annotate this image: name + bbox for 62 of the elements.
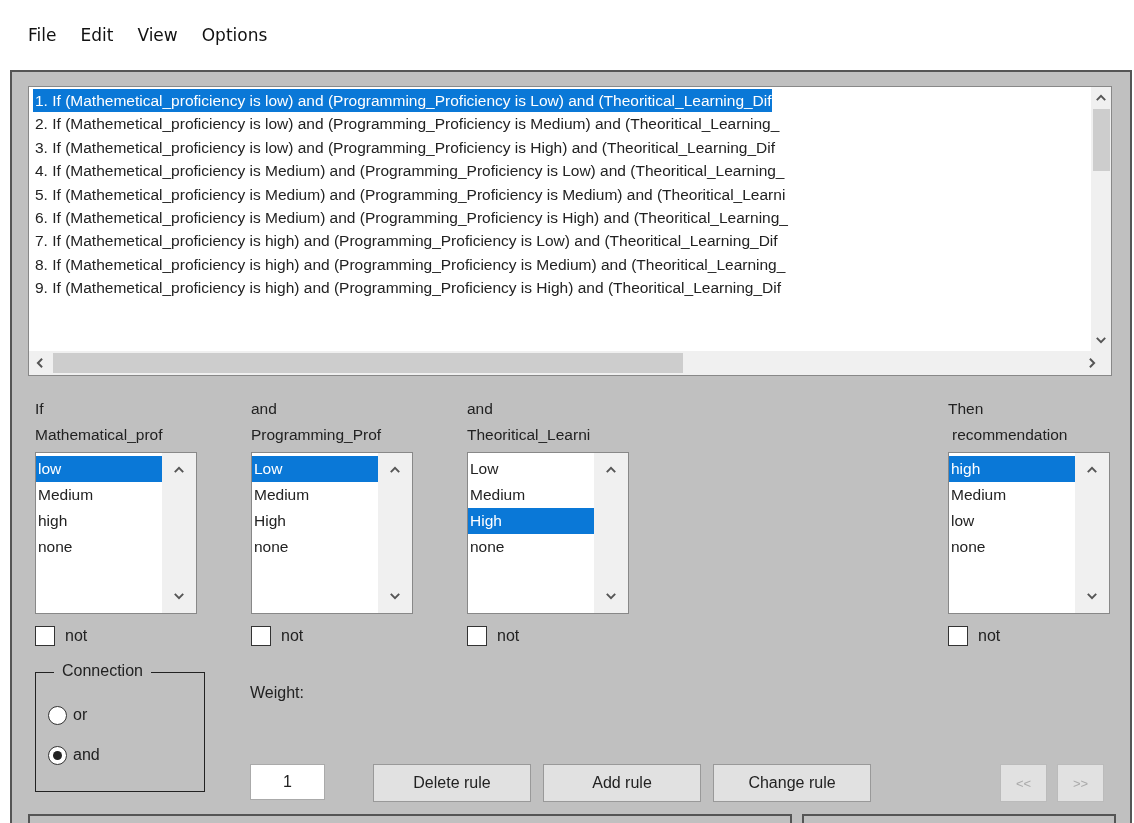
not-checkbox[interactable] (948, 626, 968, 646)
scroll-thumb[interactable] (1092, 109, 1110, 171)
rule-item[interactable]: 6. If (Mathemetical_proficiency is Medium) and (Programming_Proficiency is High) and (Theoritical_Learning_ (33, 205, 788, 230)
checkbox-label: not (978, 627, 1001, 645)
listbox-item[interactable]: Low (252, 456, 378, 482)
variable-name: Mathematical_prof (35, 425, 164, 445)
radio-button[interactable] (48, 745, 67, 765)
checkbox-label: not (497, 627, 520, 645)
not-checkbox[interactable] (467, 626, 487, 646)
radio-label: and (73, 746, 100, 764)
menu-item[interactable]: Edit (80, 25, 114, 45)
rule-item[interactable]: 1. If (Mathemetical_proficiency is low) and (Programming_Proficiency is Low) and (Theoritical_Learning_Dif (33, 89, 772, 113)
variable-prefix: Then (948, 399, 985, 419)
listbox-item[interactable]: Medium (36, 482, 162, 508)
membership-listbox[interactable]: Low Medium High none (251, 452, 413, 614)
not-checkbox[interactable] (35, 626, 55, 646)
checkbox-label: not (281, 627, 304, 645)
radio-button[interactable] (48, 705, 67, 725)
not-checkbox[interactable] (251, 626, 271, 646)
listbox-item[interactable]: none (949, 534, 1075, 560)
listbox-item[interactable]: Low (468, 456, 594, 482)
listbox-item[interactable]: Medium (468, 482, 594, 508)
membership-listbox[interactable]: high Medium low none (948, 452, 1110, 614)
listbox-item[interactable]: low (949, 508, 1075, 534)
rule-item[interactable]: 9. If (Mathemetical_proficiency is high) and (Programming_Proficiency is High) and (Theoritical_Learning_Dif (33, 276, 782, 300)
listbox-item[interactable]: high (36, 508, 162, 534)
listbox-item[interactable]: high (949, 456, 1075, 482)
menu-item[interactable]: View (137, 25, 178, 45)
membership-listbox[interactable]: Low Medium High none (467, 452, 629, 614)
menu-item[interactable]: File (28, 25, 57, 45)
listbox-item[interactable]: low (36, 456, 162, 482)
variable-name: recommendation (951, 425, 1069, 445)
rule-button[interactable]: Add rule (543, 764, 701, 802)
menu-item[interactable]: Options (201, 25, 268, 45)
vertical-scrollbar[interactable] (1091, 87, 1111, 351)
listbox-item[interactable]: High (252, 508, 378, 534)
listbox-item[interactable]: Medium (252, 482, 378, 508)
listbox-item[interactable]: none (468, 534, 594, 560)
rule-item[interactable]: 5. If (Mathemetical_proficiency is Medium) and (Programming_Proficiency is Medium) and (Theoritical_Learni (33, 182, 786, 206)
rule-item[interactable]: 7. If (Mathemetical_proficiency is high) and (Programming_Proficiency is Low) and (Theoritical_Learning_Dif (33, 229, 778, 253)
rule-item[interactable]: 8. If (Mathemetical_proficiency is high) and (Programming_Proficiency is Medium) and (Theoritical_Learning_ (33, 252, 786, 277)
listbox-item[interactable]: High (468, 508, 594, 534)
rule-item[interactable]: 2. If (Mathemetical_proficiency is low) and (Programming_Proficiency is Medium) and (Theoritical_Learning_ (33, 112, 780, 136)
listbox-item[interactable]: none (36, 534, 162, 560)
radio-label: or (73, 706, 88, 724)
weight-field[interactable]: 1 (250, 764, 325, 800)
rule-item[interactable]: 4. If (Mathemetical_proficiency is Medium) and (Programming_Proficiency is Low) and (Theoritical_Learning_ (33, 159, 785, 183)
rule-item[interactable]: 3. If (Mathemetical_proficiency is low) and (Programming_Proficiency is High) and (Theoritical_Learning_Dif (33, 135, 775, 160)
scroll-thumb[interactable] (53, 353, 683, 373)
variable-prefix: and (251, 399, 278, 419)
variable-prefix: and (467, 399, 494, 419)
membership-listbox[interactable]: low Medium high none (35, 452, 197, 614)
variable-name: Theoritical_Learni (467, 425, 592, 445)
rule-button[interactable]: Change rule (713, 764, 871, 802)
variable-name: Programming_Prof (251, 425, 383, 445)
horizontal-scrollbar[interactable] (29, 351, 1111, 375)
variable-prefix: If (35, 399, 45, 419)
weight-label: Weight: (250, 684, 305, 702)
rule-button[interactable]: Delete rule (373, 764, 531, 802)
listbox-item[interactable]: none (252, 534, 378, 560)
listbox-item[interactable]: Medium (949, 482, 1075, 508)
checkbox-label: not (65, 627, 88, 645)
